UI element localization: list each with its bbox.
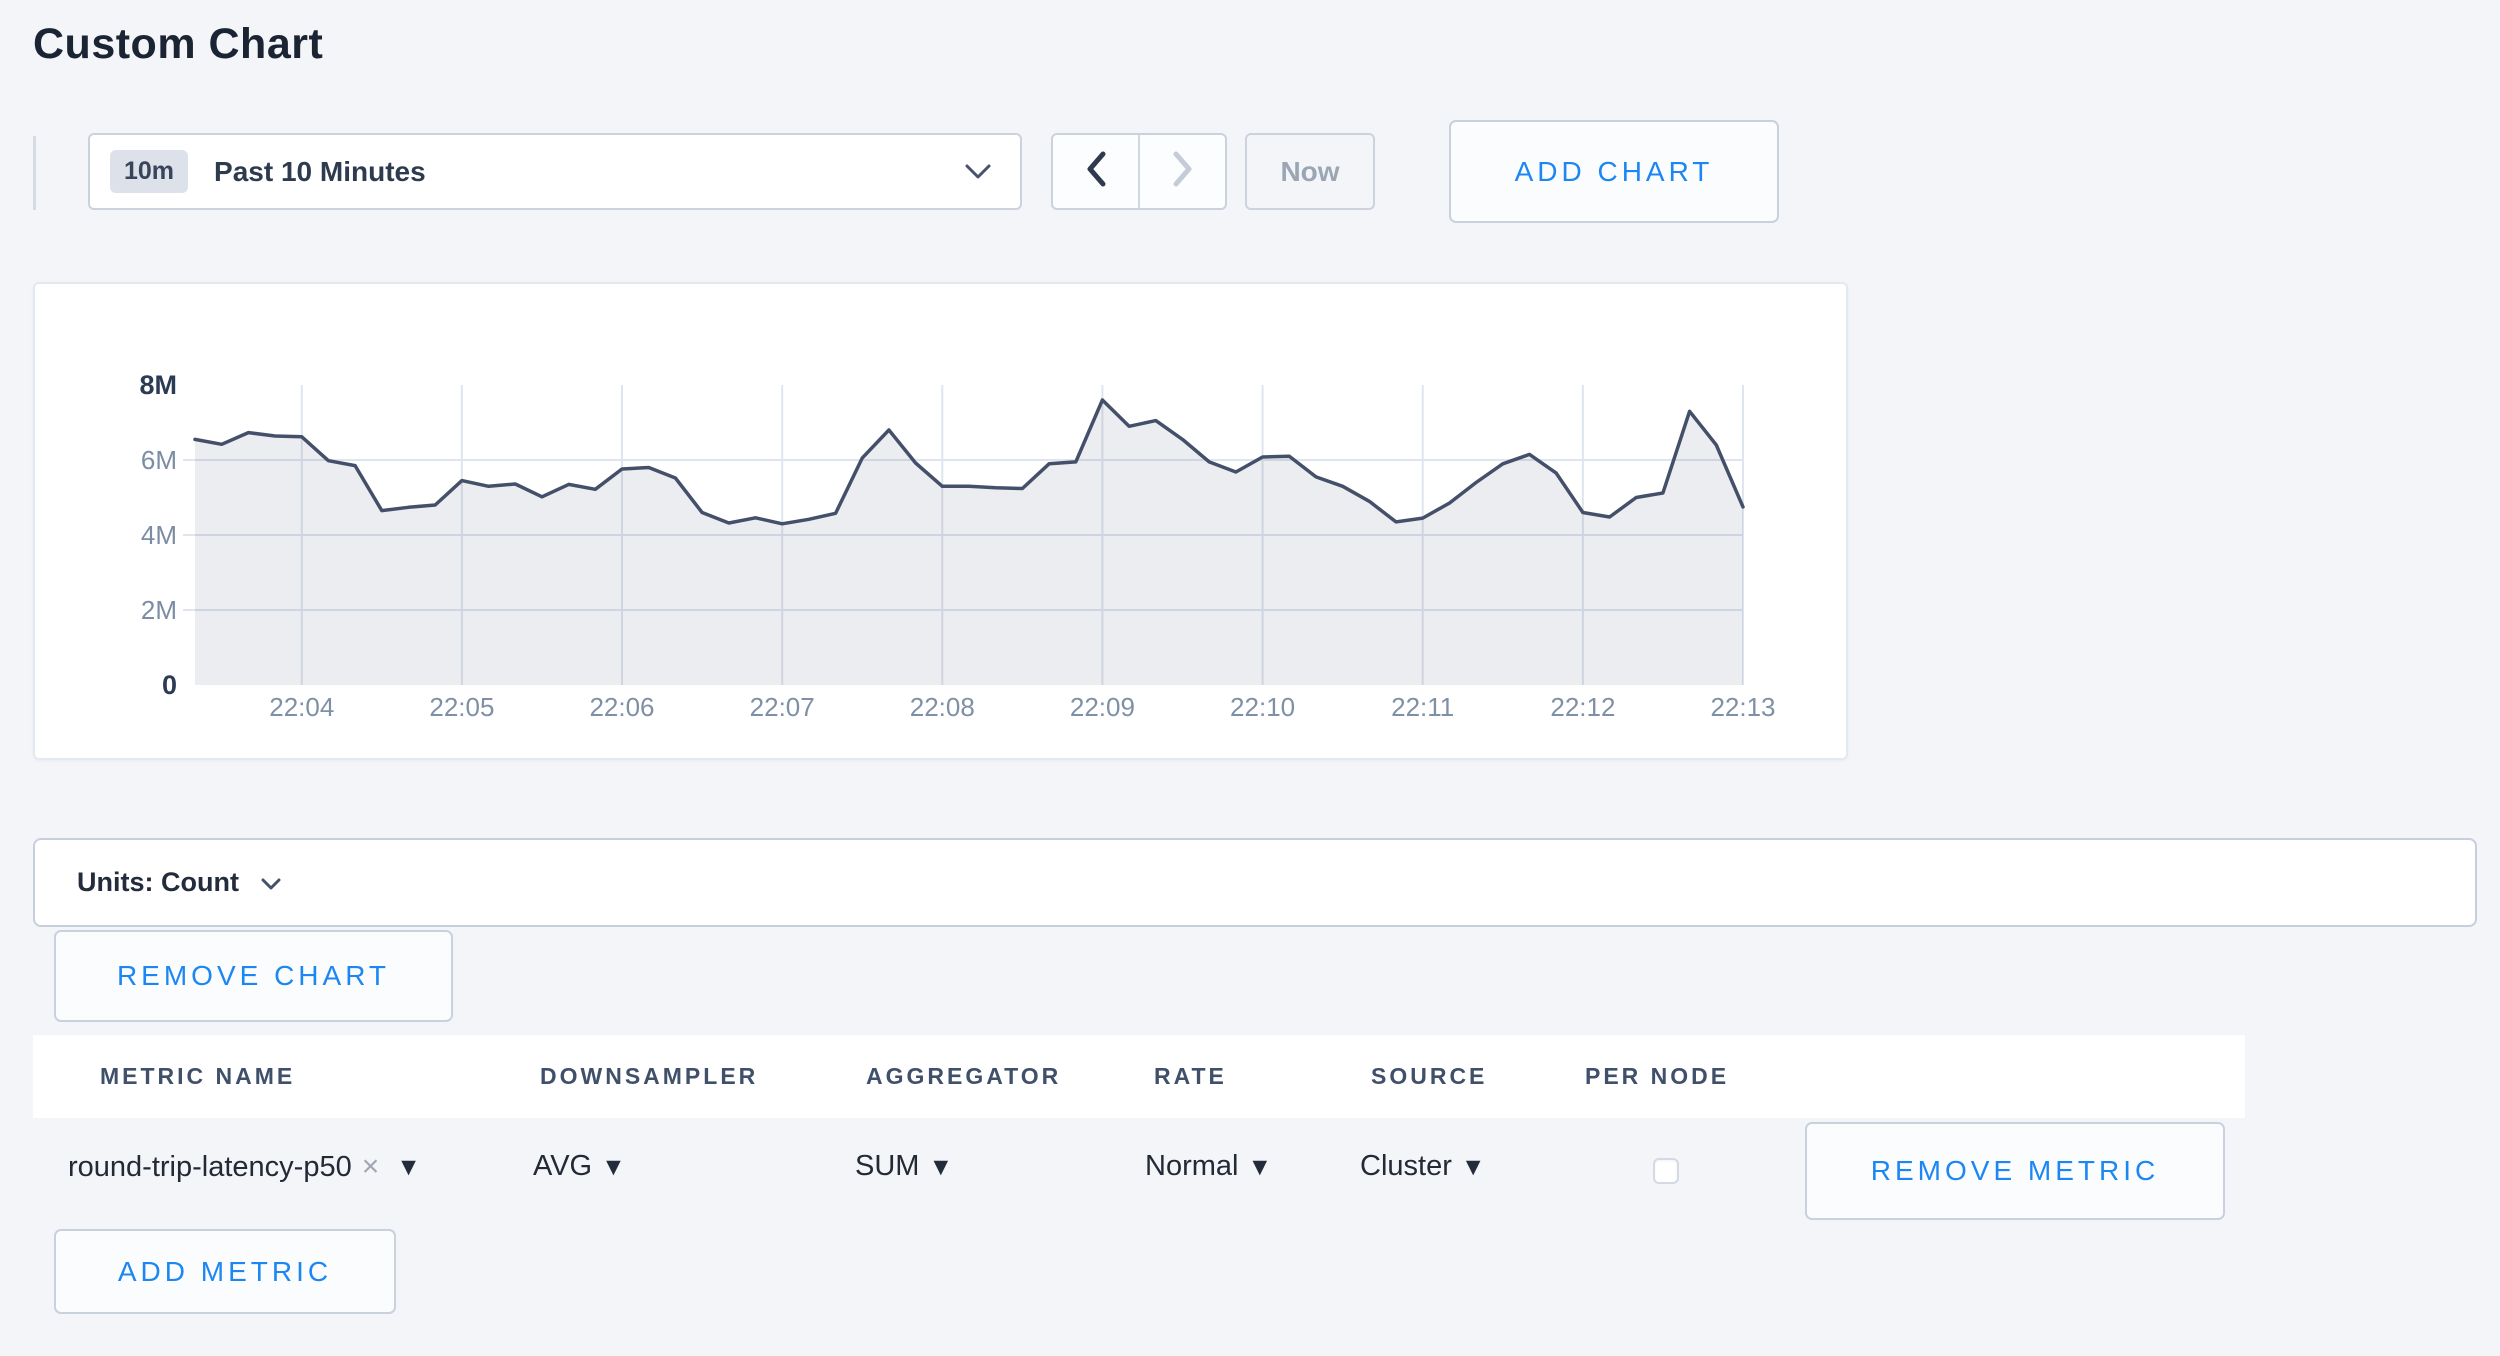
svg-text:6M: 6M (141, 445, 177, 475)
col-header-metric-name: METRIC NAME (100, 1035, 295, 1118)
svg-text:22:12: 22:12 (1550, 692, 1615, 722)
units-dropdown[interactable]: Units: Count (33, 838, 2477, 927)
metrics-area-chart[interactable]: 8M 6M 4M 2M 0 22:04 22:05 22:06 22:07 22:08 22:09 2… (35, 284, 1846, 758)
caret-down-icon: ▼ (933, 1156, 948, 1178)
now-button[interactable]: Now (1245, 133, 1375, 210)
clear-metric-icon[interactable]: × (362, 1150, 380, 1184)
svg-text:22:08: 22:08 (910, 692, 975, 722)
metric-name-select[interactable]: round-trip-latency-p50 × ▼ (68, 1150, 416, 1184)
svg-text:22:10: 22:10 (1230, 692, 1295, 722)
chevron-down-icon (261, 878, 281, 891)
col-header-per-node: PER NODE (1585, 1035, 1729, 1118)
svg-text:22:07: 22:07 (750, 692, 815, 722)
page-title: Custom Chart (33, 20, 323, 69)
time-range-dropdown[interactable]: 10m Past 10 Minutes (88, 133, 1022, 210)
caret-down-icon: ▼ (1466, 1156, 1481, 1178)
add-chart-button[interactable]: ADD CHART (1449, 120, 1779, 223)
aggregator-select[interactable]: SUM ▼ (855, 1150, 948, 1183)
time-step-group (1051, 133, 1227, 210)
chevron-down-icon (964, 163, 992, 180)
svg-text:22:05: 22:05 (429, 692, 494, 722)
col-header-rate: RATE (1154, 1035, 1227, 1118)
remove-chart-button[interactable]: REMOVE CHART (54, 930, 453, 1022)
custom-chart-card: 8M 6M 4M 2M 0 22:04 22:05 22:06 22:07 22:08 22:09 2… (33, 282, 1848, 760)
per-node-cell (1653, 1158, 1679, 1189)
remove-metric-button[interactable]: REMOVE METRIC (1805, 1122, 2225, 1220)
svg-text:22:04: 22:04 (269, 692, 334, 722)
rate-select[interactable]: Normal ▼ (1145, 1150, 1267, 1183)
step-back-button[interactable] (1053, 135, 1140, 208)
per-node-checkbox[interactable] (1653, 1158, 1679, 1184)
svg-text:22:11: 22:11 (1391, 692, 1454, 722)
caret-down-icon: ▼ (1252, 1156, 1267, 1178)
downsampler-value: AVG (533, 1150, 592, 1183)
svg-text:4M: 4M (141, 520, 177, 550)
toolbar-left-divider (33, 136, 36, 210)
svg-text:0: 0 (162, 670, 177, 700)
chevron-left-icon (1083, 148, 1109, 195)
col-header-source: SOURCE (1371, 1035, 1487, 1118)
svg-text:22:13: 22:13 (1710, 692, 1775, 722)
source-value: Cluster (1360, 1150, 1452, 1183)
svg-text:22:06: 22:06 (589, 692, 654, 722)
time-range-label: Past 10 Minutes (214, 156, 426, 188)
metrics-table-header: METRIC NAME DOWNSAMPLER AGGREGATOR RATE … (33, 1035, 2245, 1118)
metric-name-value: round-trip-latency-p50 (68, 1151, 352, 1184)
svg-text:8M: 8M (139, 370, 177, 400)
add-metric-button[interactable]: ADD METRIC (54, 1229, 396, 1314)
source-select[interactable]: Cluster ▼ (1360, 1150, 1480, 1183)
chevron-right-icon (1170, 148, 1196, 195)
downsampler-select[interactable]: AVG ▼ (533, 1150, 621, 1183)
time-range-badge: 10m (110, 150, 188, 193)
svg-text:2M: 2M (141, 595, 177, 625)
units-label: Units: Count (77, 867, 239, 898)
caret-down-icon: ▼ (401, 1156, 416, 1178)
col-header-aggregator: AGGREGATOR (866, 1035, 1061, 1118)
col-header-downsampler: DOWNSAMPLER (540, 1035, 758, 1118)
rate-value: Normal (1145, 1150, 1238, 1183)
step-forward-button[interactable] (1140, 135, 1225, 208)
aggregator-value: SUM (855, 1150, 919, 1183)
svg-text:22:09: 22:09 (1070, 692, 1135, 722)
caret-down-icon: ▼ (606, 1156, 621, 1178)
